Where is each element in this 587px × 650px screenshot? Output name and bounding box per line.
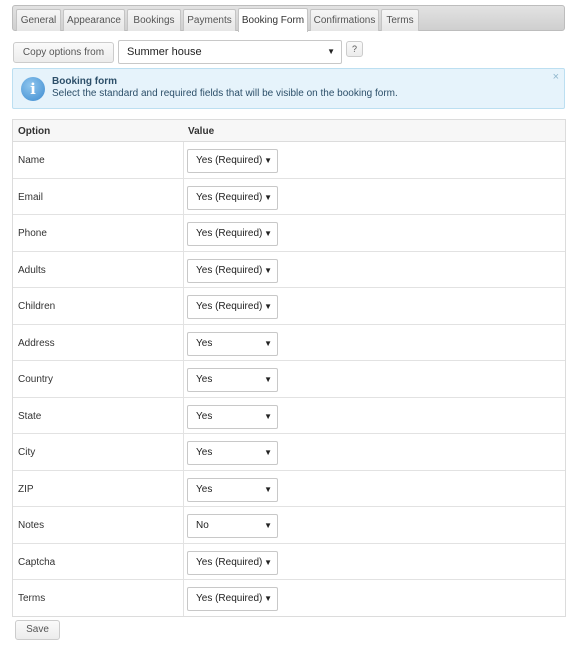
option-value-select[interactable]: Yes ▼	[187, 441, 278, 465]
info-box: i Booking form Select the standard and r…	[12, 68, 565, 109]
table-row: Captcha Yes (Required) ▼	[13, 544, 565, 580]
option-value: Yes (Required)	[196, 556, 263, 568]
option-label: Captcha	[18, 556, 56, 568]
option-value-select[interactable]: Yes (Required) ▼	[187, 149, 278, 173]
chevron-down-icon: ▼	[264, 521, 272, 530]
table-row: Email Yes (Required) ▼	[13, 179, 565, 215]
option-value-select[interactable]: Yes (Required) ▼	[187, 222, 278, 246]
table-row: Name Yes (Required) ▼	[13, 142, 565, 179]
option-value: Yes (Required)	[196, 228, 263, 239]
tab-general[interactable]: General	[16, 9, 61, 31]
option-value: No	[196, 520, 209, 531]
option-value: Yes	[196, 337, 213, 349]
chevron-down-icon: ▼	[264, 265, 272, 275]
table-row: Adults Yes (Required) ▼	[13, 252, 565, 288]
tab-confirmations[interactable]: Confirmations	[310, 9, 379, 31]
table-row: State Yes ▼	[13, 398, 565, 434]
option-value: Yes	[196, 410, 213, 422]
table-header: Option Value	[13, 120, 565, 142]
option-value-select[interactable]: Yes ▼	[187, 331, 278, 356]
tab-bookings[interactable]: Bookings	[127, 9, 181, 31]
option-label: Address	[18, 337, 55, 349]
option-value-select[interactable]: Yes (Required) ▼	[187, 587, 278, 611]
option-label: State	[18, 410, 42, 422]
option-value-select[interactable]: Yes (Required) ▼	[187, 185, 278, 210]
help-button[interactable]: ?	[346, 41, 363, 57]
tab-terms[interactable]: Terms	[381, 9, 419, 31]
info-title: Booking form	[52, 76, 117, 87]
option-value-select[interactable]: Yes ▼	[187, 404, 278, 429]
chevron-down-icon: ▼	[264, 375, 272, 384]
option-label: Terms	[18, 593, 46, 604]
chevron-down-icon: ▼	[327, 47, 335, 56]
tab-payments[interactable]: Payments	[183, 9, 236, 31]
option-label: Children	[18, 301, 56, 312]
option-value-select[interactable]: Yes (Required) ▼	[187, 258, 278, 283]
copy-options-button[interactable]: Copy options from	[13, 42, 114, 63]
option-value-select[interactable]: Yes ▼	[187, 368, 278, 392]
chevron-down-icon: ▼	[264, 448, 272, 457]
save-button[interactable]: Save	[15, 620, 60, 640]
table-row: ZIP Yes ▼	[13, 471, 565, 507]
option-value: Yes (Required)	[196, 191, 263, 203]
column-header-value: Value	[188, 126, 215, 137]
column-header-option: Option	[18, 126, 51, 137]
property-select[interactable]: Summer house ▼	[118, 40, 342, 64]
chevron-down-icon: ▼	[264, 557, 272, 567]
table-row: Address Yes ▼	[13, 325, 565, 361]
booking-form-table: Option Value Name Yes (Required) ▼ Email Yes…	[12, 119, 566, 617]
chevron-down-icon: ▼	[264, 192, 272, 202]
option-label: City	[18, 447, 36, 458]
option-value-select[interactable]: No ▼	[187, 514, 278, 538]
option-value-select[interactable]: Yes ▼	[187, 477, 278, 502]
table-row: Phone Yes (Required) ▼	[13, 215, 565, 252]
option-label: Notes	[18, 520, 45, 531]
option-label: Adults	[18, 264, 46, 276]
table-row: City Yes ▼	[13, 434, 565, 471]
option-label: Country	[18, 374, 54, 385]
chevron-down-icon: ▼	[264, 484, 272, 494]
chevron-down-icon: ▼	[264, 302, 272, 311]
tab-appearance[interactable]: Appearance	[63, 9, 125, 31]
info-text: Select the standard and required fields …	[52, 88, 398, 99]
option-value: Yes	[196, 447, 213, 458]
table-row: Notes No ▼	[13, 507, 565, 544]
chevron-down-icon: ▼	[264, 229, 272, 238]
chevron-down-icon: ▼	[264, 338, 272, 348]
option-value: Yes (Required)	[196, 264, 263, 276]
close-icon[interactable]: ×	[553, 71, 559, 83]
chevron-down-icon: ▼	[264, 411, 272, 421]
option-value: Yes (Required)	[196, 155, 263, 166]
option-label: Phone	[18, 228, 47, 239]
option-label: Name	[18, 155, 45, 166]
option-value: Yes (Required)	[196, 301, 263, 312]
table-row: Country Yes ▼	[13, 361, 565, 398]
table-row: Terms Yes (Required) ▼	[13, 580, 565, 617]
property-select-value: Summer house	[127, 46, 202, 58]
option-label: ZIP	[18, 483, 34, 495]
info-icon: i	[21, 77, 45, 101]
tab-booking-form[interactable]: Booking Form	[238, 8, 308, 32]
option-label: Email	[18, 191, 44, 203]
option-value-select[interactable]: Yes (Required) ▼	[187, 550, 278, 575]
table-row: Children Yes (Required) ▼	[13, 288, 565, 325]
option-value: Yes (Required)	[196, 593, 263, 604]
chevron-down-icon: ▼	[264, 594, 272, 603]
tab-bar: General Appearance Bookings Payments Boo…	[12, 5, 565, 32]
option-value: Yes	[196, 374, 213, 385]
option-value: Yes	[196, 483, 213, 495]
option-value-select[interactable]: Yes (Required) ▼	[187, 295, 278, 319]
chevron-down-icon: ▼	[264, 156, 272, 165]
